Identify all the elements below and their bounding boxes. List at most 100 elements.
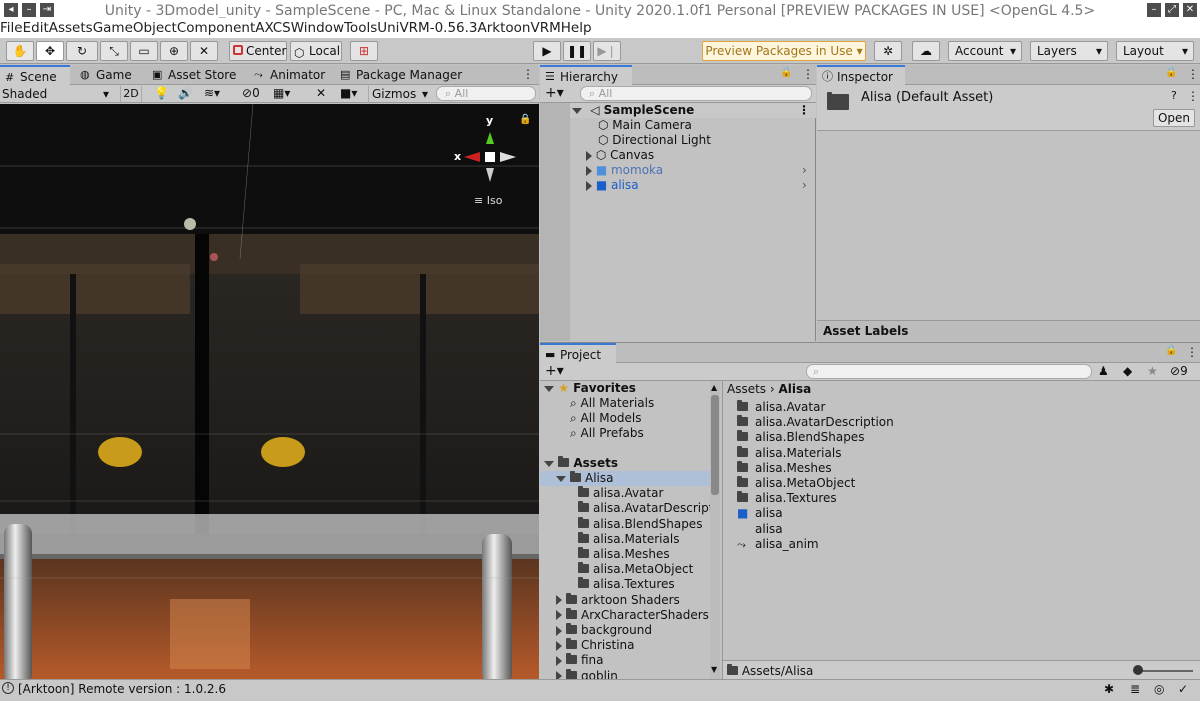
lighting-icon[interactable]: 💡 <box>154 86 169 100</box>
step-button[interactable]: ▶❘ <box>593 41 621 61</box>
project-search-input[interactable]: ⌕ <box>806 364 1092 379</box>
layers-dropdown[interactable]: Layers ▾ <box>1030 41 1108 61</box>
rect-tool-button[interactable]: ▭ <box>130 41 158 61</box>
folder-tree-item[interactable]: alisa.AvatarDescripti <box>570 501 710 516</box>
folder-tree-item[interactable]: alisa.Meshes <box>570 547 670 562</box>
favorite-item[interactable]: ⌕ All Prefabs <box>570 426 644 441</box>
window-minimize-button[interactable]: – <box>1147 3 1161 17</box>
hierarchy-item[interactable]: ⬡ Main Camera <box>598 118 692 133</box>
menu-item[interactable]: Tools <box>344 20 377 36</box>
tab-hierarchy[interactable]: ☰ Hierarchy <box>540 65 632 85</box>
status-message[interactable]: [Arktoon] Remote version : 1.0.2.6 <box>18 682 226 696</box>
shading-mode-dropdown[interactable]: Shaded ▾ <box>2 86 112 102</box>
collab-icon[interactable]: ✲ <box>874 41 902 61</box>
hand-tool-button[interactable]: ✋ <box>6 41 34 61</box>
orientation-gizmo[interactable]: y x <box>450 112 520 192</box>
stack-icon[interactable]: ≣ <box>1130 682 1140 696</box>
favorites-header[interactable]: ★ Favorites <box>544 381 636 396</box>
tab-asset-store[interactable]: ▣ Asset Store <box>148 65 238 85</box>
scrollbar-thumb[interactable] <box>711 395 719 495</box>
pause-button[interactable]: ❚❚ <box>563 41 591 61</box>
breadcrumb-current[interactable]: Alisa <box>779 382 812 396</box>
bug-icon[interactable]: ✱ <box>1104 682 1114 696</box>
scene-search-input[interactable]: ⌕ All <box>436 86 536 101</box>
lock-icon[interactable]: 🔒 <box>1165 67 1177 78</box>
folder-tree-item[interactable]: alisa.Materials <box>570 531 679 547</box>
grid-snap-button[interactable]: ⊞ <box>350 41 378 61</box>
window-maximize-button[interactable]: ⤢ <box>1165 3 1179 17</box>
hierarchy-search-input[interactable]: ⌕ All <box>580 86 812 101</box>
tab-package-manager[interactable]: ▤ Package Manager <box>336 65 466 85</box>
filter-type-icon[interactable]: ♟ <box>1098 364 1109 378</box>
asset-item[interactable]: alisa.Avatar <box>737 400 825 415</box>
move-tool-button[interactable]: ✥ <box>36 41 64 61</box>
tools-icon[interactable]: ✕ <box>316 86 326 100</box>
preview-packages-button[interactable]: Preview Packages in Use ▾ <box>702 41 866 61</box>
projection-toggle[interactable]: ≡ Iso <box>474 194 502 207</box>
asset-item[interactable]: alisa.BlendShapes <box>737 430 864 445</box>
menu-item[interactable]: Window <box>291 20 344 36</box>
tab-project[interactable]: ▬ Project <box>540 343 616 363</box>
menu-item[interactable]: Edit <box>23 20 49 36</box>
2d-toggle[interactable]: 2D <box>120 86 142 102</box>
layout-dropdown[interactable]: Layout ▾ <box>1116 41 1194 61</box>
breadcrumb-root[interactable]: Assets <box>727 382 766 396</box>
more-options-icon[interactable]: ⋮ <box>802 67 814 81</box>
more-options-icon[interactable]: ⋮ <box>1187 89 1199 103</box>
folder-tree-item[interactable]: ArxCharacterShaders <box>556 607 709 623</box>
asset-item[interactable]: alisa <box>737 522 783 537</box>
rotate-tool-button[interactable]: ↻ <box>66 41 98 61</box>
menu-item[interactable]: VRM <box>531 20 561 36</box>
open-button[interactable]: Open <box>1153 109 1195 127</box>
assets-header[interactable]: Assets <box>544 456 618 471</box>
transform-tool-button[interactable]: ⊕ <box>160 41 188 61</box>
folder-tree-item[interactable]: Christina <box>556 638 635 653</box>
pivot-mode-button[interactable]: Center <box>229 41 287 61</box>
slider-handle[interactable] <box>1133 665 1143 675</box>
menu-item[interactable]: File <box>0 20 23 36</box>
asset-labels-bar[interactable]: Asset Labels <box>817 320 1200 341</box>
gizmos-dropdown[interactable]: Gizmos ▾ <box>368 86 430 102</box>
favorite-item[interactable]: ⌕ All Materials <box>570 396 654 411</box>
hidden-objects-icon[interactable]: ⊘0 <box>242 86 260 100</box>
add-icon[interactable]: +▾ <box>545 85 564 101</box>
folder-tree-item[interactable]: background <box>556 623 652 638</box>
star-icon[interactable]: ★ <box>1147 364 1158 378</box>
add-icon[interactable]: +▾ <box>545 363 564 379</box>
more-options-icon[interactable]: ⋮ <box>798 103 810 118</box>
lock-icon[interactable]: 🔒 <box>780 67 792 78</box>
asset-item[interactable]: alisa.MetaObject <box>737 476 855 491</box>
favorite-item[interactable]: ⌕ All Models <box>570 411 642 426</box>
hierarchy-item[interactable]: ■ momoka <box>586 163 663 178</box>
folder-tree-item[interactable]: alisa.Textures <box>570 577 675 592</box>
tab-animator[interactable]: ⤳ Animator <box>250 65 330 85</box>
help-icon[interactable]: ? <box>1171 89 1177 102</box>
scroll-down-icon[interactable]: ▼ <box>711 665 717 674</box>
more-options-icon[interactable]: ⋮ <box>1187 67 1199 81</box>
audio-icon[interactable]: 🔊 <box>178 86 193 100</box>
hierarchy-item[interactable]: ⬡ Directional Light <box>598 133 711 148</box>
grid-icon[interactable]: ▦▾ <box>273 86 290 100</box>
scene-row[interactable]: ◁ SampleScene ⋮ <box>570 103 816 118</box>
asset-item[interactable]: ■ alisa <box>737 506 783 521</box>
pivot-rotation-button[interactable]: ⬡ Local <box>290 41 342 61</box>
folder-tree-item[interactable]: alisa.BlendShapes <box>570 516 702 532</box>
tab-game[interactable]: ◍ Game <box>76 65 146 85</box>
folder-tree-item[interactable]: alisa.Avatar <box>570 486 663 501</box>
folder-tree-item[interactable]: arktoon Shaders <box>556 592 680 608</box>
hidden-packages-icon[interactable]: ⊘9 <box>1170 364 1188 378</box>
chevron-right-icon[interactable]: › <box>802 163 807 177</box>
asset-item[interactable]: alisa.Meshes <box>737 460 832 476</box>
folder-tree-item[interactable]: fina <box>556 653 604 668</box>
label-icon[interactable]: ◆ <box>1123 364 1132 378</box>
menu-item[interactable]: Arktoon <box>478 20 531 36</box>
custom-tool-button[interactable]: ✕ <box>190 41 218 61</box>
folder-tree-item[interactable]: Alisa <box>540 471 710 486</box>
folder-tree-item[interactable]: alisa.MetaObject <box>570 562 693 577</box>
menu-item[interactable]: Assets <box>49 20 93 36</box>
menu-item[interactable]: GameObject <box>93 20 177 36</box>
tab-scene[interactable]: # Scene <box>0 65 70 85</box>
menu-item[interactable]: AXCS <box>255 20 291 36</box>
cloud-icon[interactable]: ☁ <box>912 41 940 61</box>
lock-icon[interactable]: 🔒 <box>519 114 531 125</box>
